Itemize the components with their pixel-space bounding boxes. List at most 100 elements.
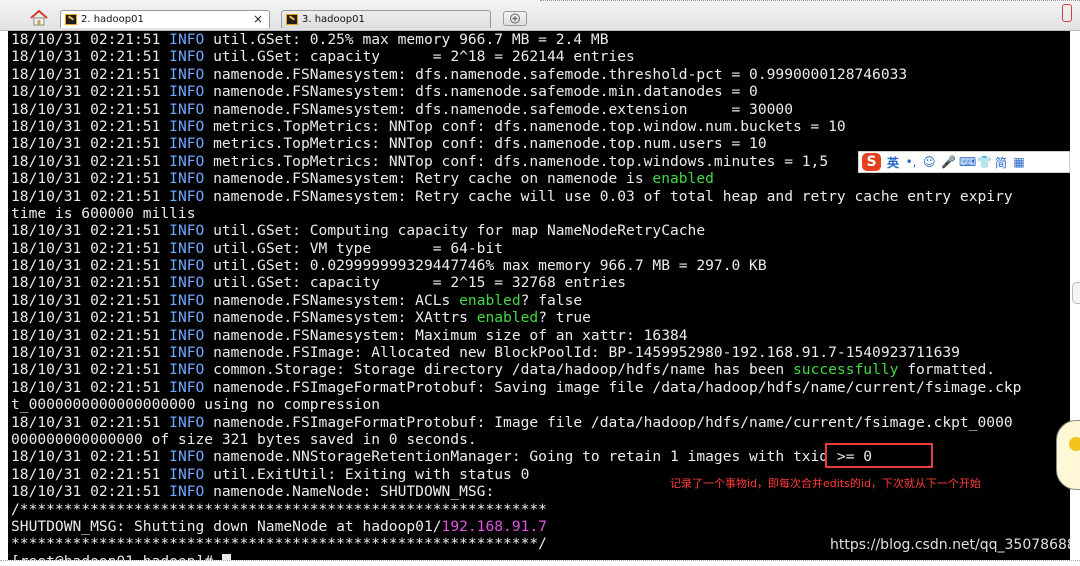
new-tab-plus-icon <box>510 13 520 24</box>
log-level: INFO <box>169 170 205 188</box>
terminal-line: /***************************************… <box>11 501 1069 518</box>
log-text: 18/10/31 02:21:51 <box>11 170 170 188</box>
log-text: namenode.FSNamesystem: dfs.namenode.safe… <box>204 100 793 118</box>
log-text: 18/10/31 02:21:51 <box>11 465 170 483</box>
simplified-chinese-toggle[interactable]: 简 <box>995 154 1007 171</box>
highlighted-text: enabled <box>652 170 714 188</box>
log-level: INFO <box>169 448 205 466</box>
home-button[interactable] <box>28 9 50 27</box>
log-level: INFO <box>169 257 205 275</box>
window-resize-handle[interactable] <box>1062 4 1072 22</box>
log-text: 18/10/31 02:21:51 <box>11 274 170 292</box>
terminal-line: 18/10/31 02:21:51 INFO util.GSet: Comput… <box>11 222 1069 239</box>
tab-bar: 2. hadoop01 × 3. hadoop01 <box>0 0 1080 31</box>
close-tab-icon[interactable]: × <box>253 12 263 26</box>
terminal-line: SHUTDOWN_MSG: Shutting down NameNode at … <box>11 518 1069 535</box>
log-text: 18/10/31 02:21:51 <box>11 135 170 153</box>
log-text: 000000000000000 of size 321 bytes saved … <box>11 430 477 448</box>
log-text: util.GSet: capacity = 2^15 = 32768 entri… <box>204 274 627 292</box>
log-text: 18/10/31 02:21:51 <box>11 326 170 344</box>
terminal-line: 18/10/31 02:21:51 INFO common.Storage: S… <box>11 361 1069 378</box>
log-text: 18/10/31 02:21:51 <box>11 344 170 362</box>
log-level: INFO <box>169 152 205 170</box>
log-text: 18/10/31 02:21:51 <box>11 31 170 48</box>
log-level: INFO <box>169 361 205 379</box>
log-text: /***************************************… <box>11 500 547 518</box>
terminal-line: 18/10/31 02:21:51 INFO util.GSet: VM typ… <box>11 240 1069 257</box>
log-text: 18/10/31 02:21:51 <box>11 309 170 327</box>
terminal-line: 18/10/31 02:21:51 INFO namenode.FSImage:… <box>11 344 1069 361</box>
home-icon <box>30 10 48 26</box>
ime-logo-icon[interactable]: S <box>862 153 881 171</box>
terminal-icon <box>65 14 77 25</box>
log-text: namenode.FSImageFormatProtobuf: Saving i… <box>204 378 1022 396</box>
log-text: SHUTDOWN_MSG: Shutting down NameNode at … <box>11 517 442 535</box>
terminal-line: 18/10/31 02:21:51 INFO namenode.FSNamesy… <box>11 66 1069 83</box>
highlighted-text: enabled <box>459 291 521 309</box>
terminal-line: 18/10/31 02:21:51 INFO metrics.TopMetric… <box>11 118 1069 135</box>
log-text: metrics.TopMetrics: NNTop conf: dfs.name… <box>204 117 846 135</box>
skin-icon[interactable]: 👕 <box>977 155 992 169</box>
highlighted-text: 192.168.91.7 <box>441 517 547 535</box>
log-level: INFO <box>169 117 205 135</box>
terminal-line: 18/10/31 02:21:51 INFO namenode.FSNamesy… <box>11 188 1069 205</box>
log-text: 18/10/31 02:21:51 <box>11 361 170 379</box>
log-text: util.GSet: 0.029999999329447746% max mem… <box>204 257 767 275</box>
log-text: namenode.FSImage: Allocated new BlockPoo… <box>204 344 960 362</box>
punctuation-icon[interactable]: •, <box>905 155 917 169</box>
log-text: 18/10/31 02:21:51 <box>11 48 170 66</box>
log-text: 18/10/31 02:21:51 <box>11 65 170 83</box>
log-text: ? true <box>538 309 591 327</box>
tab-session-2[interactable]: 2. hadoop01 × <box>60 10 270 28</box>
grid-menu-icon[interactable]: ▦ <box>1013 155 1025 169</box>
terminal-line: [root@hadoop01 hadoop]# <box>11 553 1069 560</box>
terminal-line: 18/10/31 02:21:51 INFO namenode.FSNamesy… <box>11 309 1069 326</box>
log-text: namenode.FSNamesystem: dfs.namenode.safe… <box>204 65 908 83</box>
window-bottom-edge <box>0 560 1080 566</box>
log-text: 18/10/31 02:21:51 <box>11 291 170 309</box>
log-text: namenode.NameNode: SHUTDOWN_MSG: <box>204 483 495 501</box>
log-text: time is 600000 millis <box>11 204 196 222</box>
new-tab-button[interactable] <box>503 11 527 26</box>
log-text: 18/10/31 02:21:51 <box>11 257 170 275</box>
watermark-url: https://blog.csdn.net/qq_35078688 <box>830 537 1070 553</box>
log-text: util.GSet: 0.25% max memory 966.7 MB = 2… <box>204 31 609 48</box>
terminal-line: 18/10/31 02:21:51 INFO namenode.FSImageF… <box>11 414 1069 431</box>
terminal-line: time is 600000 millis <box>11 205 1069 222</box>
log-text: 18/10/31 02:21:51 <box>11 378 170 396</box>
ime-mode-toggle[interactable]: 英 <box>887 154 899 171</box>
log-level: INFO <box>169 100 205 118</box>
ime-toolbar[interactable]: S 英 •, ☺ 🎤 ⌨ 👕 简 ▦ <box>858 151 1070 173</box>
log-level: INFO <box>169 83 205 101</box>
emoji-icon[interactable]: ☺ <box>923 155 936 169</box>
log-level: INFO <box>169 239 205 257</box>
log-text: 18/10/31 02:21:51 <box>11 448 170 466</box>
highlight-box-txid <box>825 443 933 468</box>
terminal-line: 18/10/31 02:21:51 INFO util.GSet: capaci… <box>11 48 1069 65</box>
microphone-icon[interactable]: 🎤 <box>941 155 956 169</box>
side-collapse-handle[interactable] <box>1072 282 1080 304</box>
log-text: namenode.FSNamesystem: XAttrs <box>204 309 477 327</box>
terminal-line: 18/10/31 02:21:51 INFO namenode.FSNamesy… <box>11 83 1069 100</box>
terminal-line: 18/10/31 02:21:51 INFO namenode.FSNamesy… <box>11 327 1069 344</box>
log-level: INFO <box>169 483 205 501</box>
log-level: INFO <box>169 291 205 309</box>
mascot-widget[interactable] <box>1056 420 1080 490</box>
keyboard-icon[interactable]: ⌨ <box>959 155 976 169</box>
log-text: 18/10/31 02:21:51 <box>11 152 170 170</box>
terminal-line: 18/10/31 02:21:51 INFO namenode.FSNamesy… <box>11 101 1069 118</box>
terminal-window[interactable]: 18/10/31 02:21:51 INFO util.GSet: 0.25% … <box>8 31 1070 560</box>
tab-label: 3. hadoop01 <box>302 14 365 25</box>
log-text: namenode.FSImageFormatProtobuf: Image fi… <box>204 413 1013 431</box>
log-text: namenode.FSNamesystem: Maximum size of a… <box>204 326 688 344</box>
log-level: INFO <box>169 48 205 66</box>
terminal-icon <box>286 14 298 25</box>
log-level: INFO <box>169 465 205 483</box>
log-text: 18/10/31 02:21:51 <box>11 83 170 101</box>
terminal-line: t_0000000000000000000 using no compressi… <box>11 396 1069 413</box>
log-text: 18/10/31 02:21:51 <box>11 239 170 257</box>
log-level: INFO <box>169 31 205 48</box>
log-text: metrics.TopMetrics: NNTop conf: dfs.name… <box>204 152 829 170</box>
tab-session-3[interactable]: 3. hadoop01 <box>281 10 491 28</box>
log-level: INFO <box>169 274 205 292</box>
